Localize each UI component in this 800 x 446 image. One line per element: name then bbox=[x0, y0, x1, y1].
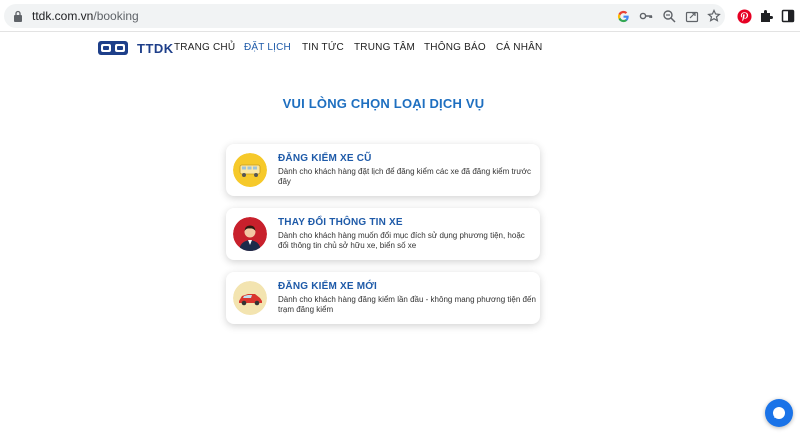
vr-goggles-logo-icon bbox=[98, 41, 128, 55]
page-heading: VUI LÒNG CHỌN LOẠI DỊCH VỤ bbox=[282, 96, 485, 111]
service-title: THAY ĐỔI THÔNG TIN XE bbox=[278, 217, 403, 228]
address-bar[interactable]: ttdk.com.vn/booking bbox=[4, 4, 725, 28]
pinterest-icon[interactable] bbox=[736, 8, 752, 24]
side-panel-icon[interactable] bbox=[780, 8, 796, 24]
url-text[interactable]: ttdk.com.vn/booking bbox=[32, 9, 139, 23]
logo-text: TTDK bbox=[137, 40, 174, 56]
chat-bubble-icon bbox=[773, 407, 785, 419]
nav-tin-tuc[interactable]: TIN TỨC bbox=[302, 42, 344, 53]
nav-trung-tam[interactable]: TRUNG TÂM bbox=[354, 42, 415, 53]
nav-thong-bao[interactable]: THÔNG BÁO bbox=[424, 42, 486, 53]
service-card-change-info[interactable]: THAY ĐỔI THÔNG TIN XE Dành cho khách hàn… bbox=[226, 208, 540, 260]
nav-ca-nhan[interactable]: CÁ NHÂN bbox=[496, 42, 542, 53]
google-icon[interactable] bbox=[615, 8, 631, 24]
nav-trang-chu[interactable]: TRANG CHỦ bbox=[174, 42, 235, 53]
service-card-new-car[interactable]: ĐĂNG KIỂM XE MỚI Dành cho khách hàng đăn… bbox=[226, 272, 540, 324]
share-icon[interactable] bbox=[684, 8, 700, 24]
key-icon[interactable] bbox=[638, 8, 654, 24]
service-title: ĐĂNG KIỂM XE CŨ bbox=[278, 153, 372, 164]
service-card-old-car[interactable]: ĐĂNG KIỂM XE CŨ Dành cho khách hàng đặt … bbox=[226, 144, 540, 196]
site-logo[interactable]: TTDK bbox=[97, 38, 174, 58]
service-title: ĐĂNG KIỂM XE MỚI bbox=[278, 281, 377, 292]
extensions-puzzle-icon[interactable] bbox=[758, 8, 774, 24]
bookmark-star-icon[interactable] bbox=[706, 8, 722, 24]
new-car-icon bbox=[233, 281, 267, 315]
service-description: Dành cho khách hàng muốn đổi mục đích sử… bbox=[278, 231, 525, 250]
old-car-icon bbox=[233, 153, 267, 187]
owner-person-icon bbox=[233, 217, 267, 251]
lock-icon[interactable] bbox=[13, 10, 23, 22]
service-description: Dành cho khách hàng đặt lịch để đăng kiể… bbox=[278, 167, 531, 186]
browser-toolbar: ttdk.com.vn/booking bbox=[0, 0, 800, 32]
chat-widget-button[interactable] bbox=[765, 399, 793, 427]
zoom-icon[interactable] bbox=[661, 8, 677, 24]
nav-dat-lich[interactable]: ĐẶT LỊCH bbox=[244, 42, 291, 53]
service-description: Dành cho khách hàng đăng kiểm lần đầu - … bbox=[278, 295, 536, 314]
